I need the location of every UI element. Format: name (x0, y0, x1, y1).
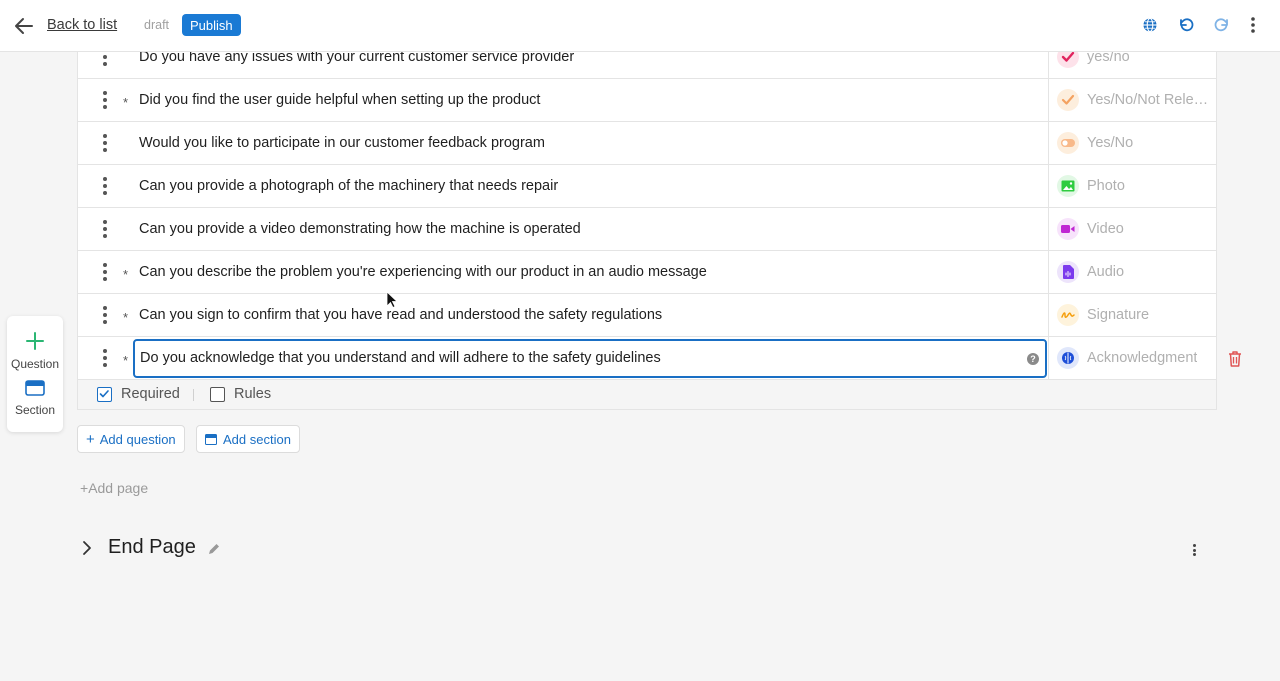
question-type-cell[interactable]: Signature (1048, 294, 1217, 336)
back-to-list-link[interactable]: Back to list (47, 17, 117, 33)
drag-handle-icon[interactable] (103, 349, 107, 367)
drag-handle-icon[interactable] (103, 220, 107, 238)
end-page-title: End Page (108, 536, 196, 558)
help-icon[interactable]: ? (1027, 353, 1039, 365)
required-checkbox[interactable]: Required (97, 386, 180, 402)
drag-handle-icon[interactable] (103, 91, 107, 109)
plus-icon (26, 332, 44, 350)
question-text[interactable]: Can you sign to confirm that you have re… (139, 294, 1047, 336)
section-icon (205, 433, 217, 445)
question-type-cell[interactable]: Acknowledgment (1048, 337, 1217, 379)
checkbox-empty-icon (210, 386, 225, 402)
mouse-cursor-icon (386, 291, 398, 309)
question-options-bar: Required Rules (77, 380, 1217, 410)
drag-handle-icon[interactable] (103, 134, 107, 152)
add-section-button[interactable]: Add section (196, 425, 300, 453)
section-icon (25, 380, 45, 396)
publish-button[interactable]: Publish (182, 14, 241, 36)
redo-icon[interactable] (1211, 14, 1233, 36)
brain-icon (1057, 347, 1079, 369)
question-type-label: Signature (1087, 307, 1150, 323)
question-row-selected[interactable]: * Do you acknowledge that you understand… (78, 337, 1216, 380)
top-bar: Back to list draft Publish (0, 0, 1280, 52)
question-row[interactable]: Can you provide a photograph of the mach… (78, 165, 1216, 208)
plus-icon: + (80, 480, 89, 496)
drag-handle-icon[interactable] (103, 263, 107, 281)
globe-icon[interactable] (1139, 14, 1161, 36)
question-type-label: Yes/No/Not Relevant (1087, 92, 1215, 108)
question-row[interactable]: * Can you sign to confirm that you have … (78, 294, 1216, 337)
toggle-icon (1057, 132, 1079, 154)
question-row[interactable]: Would you like to participate in our cus… (78, 122, 1216, 165)
question-text[interactable]: Can you provide a video demonstrating ho… (139, 208, 1047, 250)
chevron-right-icon[interactable] (80, 539, 94, 557)
question-row[interactable]: Can you provide a video demonstrating ho… (78, 208, 1216, 251)
back-arrow-icon[interactable] (12, 14, 36, 38)
trash-icon[interactable] (1227, 350, 1243, 368)
question-table: Do you have any issues with your current… (77, 36, 1217, 380)
more-menu-icon[interactable] (1242, 14, 1264, 36)
pencil-icon[interactable] (207, 542, 221, 556)
question-type-label: Video (1087, 221, 1124, 237)
image-icon (1057, 175, 1079, 197)
question-row[interactable]: * Can you describe the problem you're ex… (78, 251, 1216, 294)
question-type-label: Photo (1087, 178, 1125, 194)
rules-checkbox[interactable]: Rules (210, 386, 271, 402)
add-question-tool[interactable]: Question (7, 332, 63, 371)
question-type-label: Acknowledgment (1087, 350, 1198, 366)
question-row[interactable]: * Did you find the user guide helpful wh… (78, 79, 1216, 122)
checkbox-checked-icon (97, 386, 112, 402)
question-type-cell[interactable]: Video (1048, 208, 1217, 250)
undo-icon[interactable] (1175, 14, 1197, 36)
audio-file-icon (1057, 261, 1079, 283)
question-type-label: Audio (1087, 264, 1125, 280)
question-type-cell[interactable]: Audio (1048, 251, 1217, 293)
status-label: draft (144, 18, 170, 32)
question-text-input[interactable]: Do you acknowledge that you understand a… (133, 339, 1047, 378)
side-toolbar: Question Section (7, 316, 63, 432)
question-text: Do you acknowledge that you understand a… (140, 350, 661, 366)
required-marker: * (123, 310, 129, 325)
required-marker: * (123, 95, 129, 110)
question-text[interactable]: Can you provide a photograph of the mach… (139, 165, 1047, 207)
end-page-header[interactable]: End Page (80, 536, 221, 559)
required-marker: * (123, 353, 129, 368)
question-type-cell[interactable]: Yes/No/Not Relevant (1048, 79, 1217, 121)
rules-label: Rules (234, 386, 272, 402)
plus-icon: + (86, 430, 95, 448)
question-text[interactable]: Did you find the user guide helpful when… (139, 79, 1047, 121)
drag-handle-icon[interactable] (103, 177, 107, 195)
add-question-button[interactable]: + Add question (77, 425, 185, 453)
add-section-tool[interactable]: Section (7, 380, 63, 417)
divider (193, 389, 194, 401)
check-icon (1057, 89, 1079, 111)
question-type-cell[interactable]: Yes/No (1048, 122, 1217, 164)
add-page-button[interactable]: +Add page (80, 480, 148, 496)
end-page-more-icon[interactable] (1193, 544, 1197, 556)
required-marker: * (123, 267, 129, 282)
question-type-cell[interactable]: Photo (1048, 165, 1217, 207)
required-label: Required (121, 386, 180, 402)
drag-handle-icon[interactable] (103, 306, 107, 324)
video-icon (1057, 218, 1079, 240)
question-type-label: Yes/No (1087, 135, 1134, 151)
signature-icon (1057, 304, 1079, 326)
question-text[interactable]: Can you describe the problem you're expe… (139, 251, 1047, 293)
question-text[interactable]: Would you like to participate in our cus… (139, 122, 1047, 164)
